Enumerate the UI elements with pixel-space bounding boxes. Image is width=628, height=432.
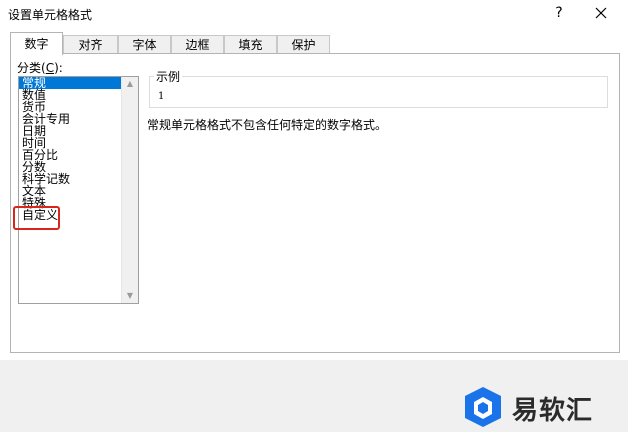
tab-fill[interactable]: 填充: [224, 35, 277, 54]
tab-alignment[interactable]: 对齐: [63, 35, 118, 54]
list-scrollbar[interactable]: ▲ ▼: [121, 77, 138, 303]
dialog-title: 设置单元格格式: [8, 8, 93, 22]
tab-protection[interactable]: 保护: [277, 35, 330, 54]
tab-border[interactable]: 边框: [171, 35, 224, 54]
tab-font[interactable]: 字体: [118, 35, 171, 54]
scroll-down-icon[interactable]: ▼: [122, 289, 138, 303]
watermark-logo: 易软汇: [460, 384, 620, 430]
format-description: 常规单元格格式不包含任何特定的数字格式。: [147, 118, 388, 132]
tab-number[interactable]: 数字: [10, 32, 63, 55]
scroll-up-icon[interactable]: ▲: [122, 77, 138, 91]
title-bar: 设置单元格格式 ?: [0, 0, 628, 28]
category-label: 分类(C):: [17, 61, 63, 75]
logo-icon: [465, 387, 501, 427]
close-icon: [595, 7, 607, 19]
tab-panel-number: 分类(C): 常规 数值 货币 会计专用 日期 时间 百分比 分数 科学记数 文…: [10, 53, 620, 353]
category-listbox[interactable]: 常规 数值 货币 会计专用 日期 时间 百分比 分数 科学记数 文本 特殊 自定…: [18, 76, 139, 304]
watermark-text: 易软汇: [512, 396, 594, 426]
custom-highlight-box: [13, 206, 60, 230]
close-button[interactable]: [588, 2, 614, 24]
sample-group: 示例 1: [149, 68, 608, 108]
sample-title: 示例: [154, 68, 183, 85]
help-button[interactable]: ?: [548, 3, 570, 23]
sample-value: 1: [158, 91, 165, 102]
